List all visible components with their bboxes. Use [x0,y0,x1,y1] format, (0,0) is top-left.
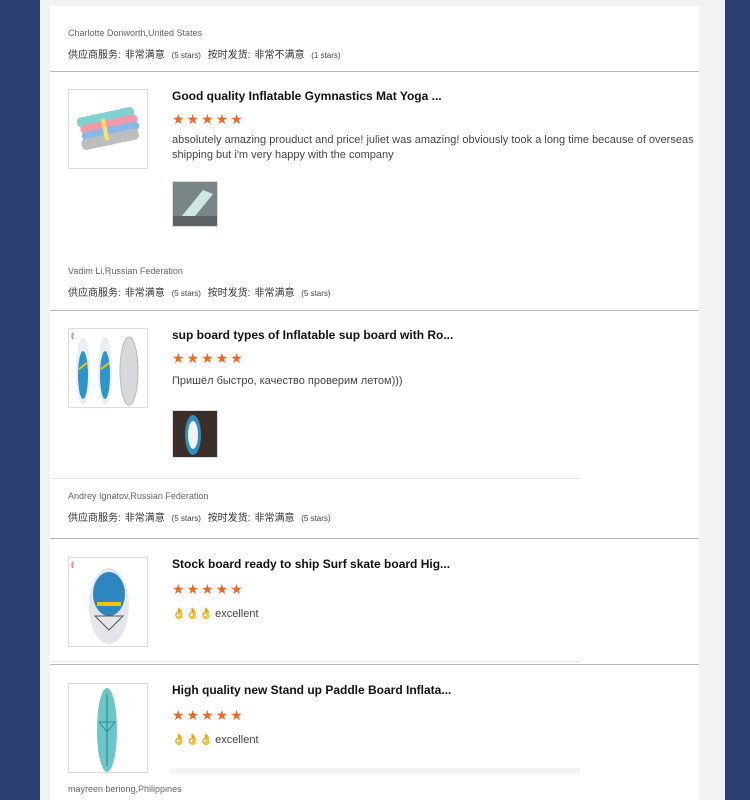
sup-board-image: ℓ [71,331,139,406]
star-rating: ★★★★★ [172,581,245,597]
reviews-panel: Charlotte Donworth,United States 供应商服务: 非… [50,6,699,800]
svg-text:ℓ: ℓ [71,331,75,341]
divider [50,538,699,539]
gymnastics-mat-image [76,107,140,150]
photo-image [173,182,217,226]
review-meta: Charlotte Donworth,United States 供应商服务: 非… [68,28,345,61]
svg-text:ℓ: ℓ [71,560,75,570]
supplier-label: 供应商服务: [68,50,121,61]
product-title[interactable]: sup board types of Inflatable sup board … [172,328,453,342]
supplier-stars: (5 stars) [171,514,201,523]
product-review-item: ℓ Stock board ready to ship Surf skate b… [68,557,698,649]
delivery-stars: (5 stars) [301,514,331,523]
photo-image [173,411,217,457]
product-review-item: ℓ sup board types of Inflatable sup boar… [68,328,698,463]
delivery-stars: (5 stars) [301,289,331,298]
divider [50,664,699,665]
paddle-board-image [97,688,117,772]
divider [50,661,580,662]
product-review-item: Good quality Inflatable Gymnastics Mat Y… [68,89,698,239]
ok-hand-icon: 👌👌👌 [172,608,214,620]
supplier-label: 供应商服务: [68,513,121,524]
reviewer-name: Andrey Ignatov,Russian Federation [68,491,209,501]
divider [170,768,580,774]
review-photo[interactable] [172,410,218,458]
delivery-label: 按时发货: [207,50,251,61]
reviewer-name: Charlotte Donworth,United States [68,28,203,38]
delivery-value: 非常满意 [254,288,295,299]
supplier-value: 非常满意 [124,50,165,61]
product-thumbnail[interactable] [68,683,148,773]
supplier-stars: (5 stars) [171,289,201,298]
review-comment: 👌👌👌 excellent [172,733,694,748]
review-comment: absolutely amazing prouduct and price! j… [172,134,694,161]
rating-summary: 供应商服务: 非常满意 (5 stars) 按时发货: 非常不满意 (1 stars… [68,46,345,61]
product-thumbnail[interactable]: ℓ [68,557,148,647]
product-review-item: High quality new Stand up Paddle Board I… [68,683,698,775]
delivery-value: 非常满意 [254,513,295,524]
rating-summary: 供应商服务: 非常满意 (5 stars) 按时发货: 非常满意 (5 stars) [68,284,335,299]
review-meta: mayreen beriong,Philippines [68,784,182,800]
reviewer-name: mayreen beriong,Philippines [68,784,182,794]
product-title[interactable]: Good quality Inflatable Gymnastics Mat Y… [172,89,442,103]
supplier-stars: (5 stars) [171,51,201,60]
rating-summary: 供应商服务: 非常满意 (5 stars) 按时发货: 非常满意 (5 stars) [68,509,335,524]
star-rating: ★★★★★ [172,707,245,723]
supplier-label: 供应商服务: [68,288,121,299]
review-photo[interactable] [172,181,218,227]
divider [50,71,699,72]
ok-hand-icon: 👌👌👌 [172,734,214,746]
star-rating: ★★★★★ [172,350,245,366]
product-title[interactable]: Stock board ready to ship Surf skate boa… [172,557,450,571]
delivery-label: 按时发货: [207,513,251,524]
product-thumbnail[interactable]: ℓ [68,328,148,408]
divider [50,310,699,311]
review-comment: 👌👌👌 excellent [172,607,694,622]
surf-board-image: ℓ [71,560,129,644]
supplier-value: 非常满意 [124,288,165,299]
product-title[interactable]: High quality new Stand up Paddle Board I… [172,683,451,697]
delivery-stars: (1 stars) [311,51,341,60]
reviewer-name: Vadim Li,Russian Federation [68,266,183,276]
product-thumbnail[interactable] [68,89,148,169]
review-meta: Vadim Li,Russian Federation 供应商服务: 非常满意 (… [68,266,335,299]
review-meta: Andrey Ignatov,Russian Federation 供应商服务:… [68,491,335,524]
review-comment: Пришёл быстро, качество проверим летом))… [172,375,403,387]
supplier-value: 非常满意 [124,513,165,524]
star-rating: ★★★★★ [172,111,245,127]
comment-text: excellent [215,734,259,746]
delivery-label: 按时发货: [207,288,251,299]
delivery-value: 非常不满意 [254,50,305,61]
divider [50,478,580,479]
comment-text: excellent [215,608,259,620]
